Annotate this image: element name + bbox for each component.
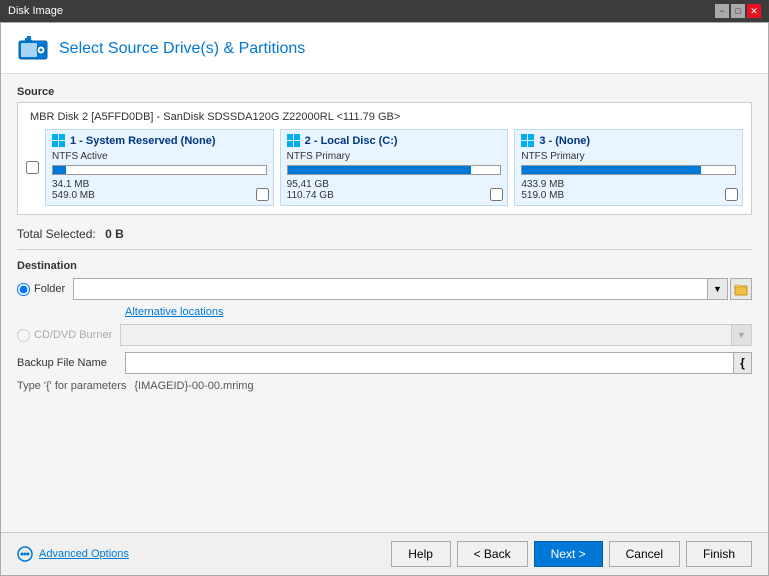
source-section-label: Source — [17, 86, 752, 98]
disk-select-col — [26, 129, 45, 206]
folder-dropdown-arrow[interactable]: ▼ — [708, 278, 728, 300]
cdvd-label: CD/DVD Burner — [34, 329, 112, 341]
cdvd-dropdown-display — [120, 324, 732, 346]
partition-3-used: 433.9 MB — [521, 179, 564, 190]
partition-1-sizes: 34.1 MB 549.0 MB — [52, 179, 267, 201]
partition-1-header: 1 - System Reserved (None) — [52, 134, 267, 148]
disk-image-icon — [17, 33, 49, 65]
folder-radio-label[interactable]: Folder — [17, 283, 65, 296]
folder-browse-icon — [734, 282, 748, 296]
next-button[interactable]: Next > — [534, 541, 603, 567]
folder-row: Folder ▼ — [17, 278, 752, 300]
partition-1-used: 34.1 MB — [52, 179, 95, 190]
close-button[interactable]: ✕ — [747, 4, 761, 18]
cdvd-input-wrapper: ▼ — [120, 324, 752, 346]
disk-checkbox[interactable] — [26, 161, 39, 174]
folder-browse-button[interactable] — [730, 278, 752, 300]
alt-locations-link[interactable]: Alternative locations — [125, 306, 752, 318]
cdvd-row: CD/DVD Burner ▼ — [17, 324, 752, 346]
partition-1-sizes-col: 34.1 MB 549.0 MB — [52, 179, 95, 201]
partition-2-progress-fill — [288, 166, 471, 174]
partition-1-name: 1 - System Reserved (None) — [70, 135, 216, 147]
folder-input-wrapper: ▼ — [73, 278, 752, 300]
backup-brace-button[interactable]: { — [734, 352, 752, 374]
partition-1-type: NTFS Active — [52, 151, 267, 162]
cdvd-dropdown-arrow: ▼ — [732, 324, 752, 346]
type-hint-row: Type '{' for parameters {IMAGEID}-00-00.… — [17, 380, 752, 392]
partition-3-header: 3 - (None) — [521, 134, 736, 148]
folder-dropdown[interactable] — [73, 278, 708, 300]
partition-3-checkbox[interactable] — [725, 188, 738, 201]
partition-3-progress-fill — [522, 166, 701, 174]
destination-section: Destination Folder ▼ — [17, 260, 752, 392]
help-button[interactable]: Help — [391, 541, 451, 567]
partition-item-3: 3 - (None) NTFS Primary 433.9 MB 519.0 M… — [514, 129, 743, 206]
partition-item-1: 1 - System Reserved (None) NTFS Active 3… — [45, 129, 274, 206]
partition-2-checkbox[interactable] — [490, 188, 503, 201]
cdvd-radio-label[interactable]: CD/DVD Burner — [17, 329, 112, 342]
windows-icon-2 — [287, 134, 301, 148]
cdvd-radio[interactable] — [17, 329, 30, 342]
total-selected-label: Total Selected: — [17, 227, 96, 241]
back-button[interactable]: < Back — [457, 541, 528, 567]
folder-label: Folder — [34, 283, 65, 295]
partition-item-2: 2 - Local Disc (C:) NTFS Primary 95,41 G… — [280, 129, 509, 206]
page-title: Select Source Drive(s) & Partitions — [59, 40, 305, 58]
window-controls: − □ ✕ — [715, 4, 761, 18]
partition-2-sizes-col: 95,41 GB 110.74 GB — [287, 179, 334, 201]
partition-3-total: 519.0 MB — [521, 190, 564, 201]
partition-1-progress-fill — [53, 166, 66, 174]
windows-icon-3 — [521, 134, 535, 148]
window-title: Disk Image — [8, 5, 709, 17]
partition-2-progress-bg — [287, 165, 502, 175]
partition-3-name: 3 - (None) — [539, 135, 590, 147]
partitions-row: 1 - System Reserved (None) NTFS Active 3… — [26, 129, 743, 206]
type-hint-label: Type '{' for parameters — [17, 380, 126, 392]
footer-buttons: Help < Back Next > Cancel Finish — [391, 541, 752, 567]
partition-2-name: 2 - Local Disc (C:) — [305, 135, 398, 147]
title-bar: Disk Image − □ ✕ — [0, 0, 769, 22]
partition-3-type: NTFS Primary — [521, 151, 736, 162]
partition-3-sizes-col: 433.9 MB 519.0 MB — [521, 179, 564, 201]
finish-button[interactable]: Finish — [686, 541, 752, 567]
backup-file-input[interactable] — [125, 352, 734, 374]
minimize-button[interactable]: − — [715, 4, 729, 18]
partition-2-total: 110.74 GB — [287, 190, 334, 201]
type-hint-value: {IMAGEID}-00-00.mrimg — [134, 380, 253, 392]
partition-3-sizes: 433.9 MB 519.0 MB — [521, 179, 736, 201]
disk-label: MBR Disk 2 [A5FFD0DB] - SanDisk SDSSDA12… — [26, 111, 743, 123]
backup-input-wrapper: { — [125, 352, 752, 374]
maximize-button[interactable]: □ — [731, 4, 745, 18]
partition-1-checkbox[interactable] — [256, 188, 269, 201]
windows-icon-1 — [52, 134, 66, 148]
partition-2-header: 2 - Local Disc (C:) — [287, 134, 502, 148]
partition-3-progress-bg — [521, 165, 736, 175]
advanced-options-icon — [17, 546, 33, 562]
source-box: MBR Disk 2 [A5FFD0DB] - SanDisk SDSSDA12… — [17, 102, 752, 215]
backup-file-row: Backup File Name { — [17, 352, 752, 374]
dialog-header: Select Source Drive(s) & Partitions — [1, 23, 768, 74]
partition-1-progress-bg — [52, 165, 267, 175]
content-area: Source MBR Disk 2 [A5FFD0DB] - SanDisk S… — [1, 74, 768, 532]
total-selected-row: Total Selected: 0 B — [17, 223, 752, 250]
advanced-options-label: Advanced Options — [39, 548, 129, 560]
dialog: Select Source Drive(s) & Partitions Sour… — [0, 22, 769, 576]
destination-section-label: Destination — [17, 260, 752, 272]
advanced-options-link[interactable]: Advanced Options — [17, 546, 129, 562]
partition-1-total: 549.0 MB — [52, 190, 95, 201]
partition-2-sizes: 95,41 GB 110.74 GB — [287, 179, 502, 201]
folder-radio[interactable] — [17, 283, 30, 296]
partition-2-type: NTFS Primary — [287, 151, 502, 162]
partition-2-used: 95,41 GB — [287, 179, 334, 190]
backup-file-label: Backup File Name — [17, 357, 117, 369]
total-selected-value: 0 B — [105, 227, 124, 241]
cancel-button[interactable]: Cancel — [609, 541, 680, 567]
